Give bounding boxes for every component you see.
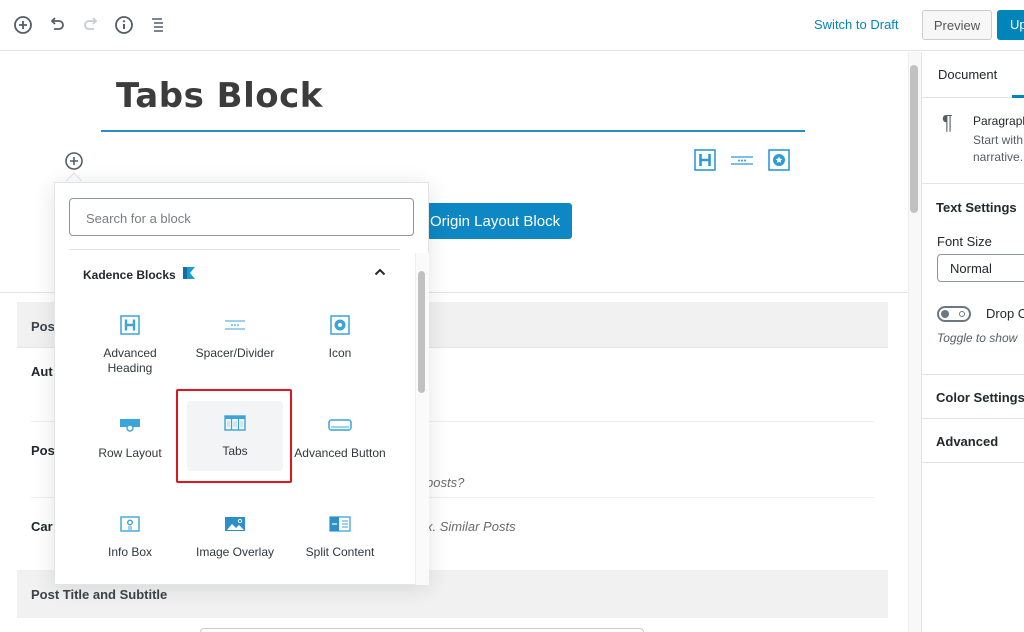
row-layout-icon	[118, 413, 142, 437]
switch-to-draft-link[interactable]: Switch to Draft	[814, 17, 899, 32]
quick-icon-block-icon[interactable]	[768, 149, 790, 171]
block-label: Advanced Button	[294, 446, 386, 460]
block-card-title: Paragraph	[973, 114, 1024, 128]
chevron-up-icon[interactable]	[373, 265, 387, 279]
panel-text-settings: Text Settings Font Size Normal Drop Cap …	[922, 184, 1024, 375]
kadence-logo-icon	[182, 266, 196, 283]
block-item-advanced-heading[interactable]: Advanced Heading	[82, 303, 178, 383]
font-size-select[interactable]: Normal	[937, 254, 1024, 282]
meta-row-description: posts?	[426, 475, 465, 490]
block-item-split-content[interactable]: Split Content	[292, 502, 388, 574]
meta-row-description: x. Similar Posts	[426, 519, 516, 534]
quick-spacer-icon[interactable]	[730, 149, 753, 171]
tabs-highlight-annotation	[176, 389, 292, 483]
heading-icon	[118, 313, 142, 337]
block-item-icon[interactable]: Icon	[292, 303, 388, 375]
settings-sidebar: Document ¶ Paragraph Start with narrativ…	[921, 52, 1024, 632]
category-header-kadence[interactable]: Kadence Blocks	[83, 266, 196, 283]
block-item-info-box[interactable]: Info Box	[82, 502, 178, 574]
icon-block-icon	[328, 313, 352, 337]
block-navigation-icon[interactable]	[146, 13, 170, 37]
title-separator	[101, 130, 805, 132]
image-overlay-icon	[223, 512, 247, 536]
block-item-advanced-button[interactable]: Advanced Button	[292, 403, 388, 483]
wp-block-editor: Switch to Draft Preview Update Tabs Bloc…	[0, 0, 1024, 632]
toggle-off-indicator	[959, 311, 965, 317]
panel-color-settings[interactable]: Color Settings	[922, 375, 1024, 419]
tab-document[interactable]: Document	[938, 67, 997, 82]
inserter-scrollbar-thumb[interactable]	[418, 271, 425, 393]
block-label: Image Overlay	[195, 545, 275, 559]
update-button[interactable]: Update	[997, 10, 1024, 40]
subtitle-input[interactable]	[200, 628, 644, 632]
block-item-row-layout[interactable]: Row Layout	[82, 403, 178, 475]
preview-button[interactable]: Preview	[922, 10, 992, 40]
panel-title-color-settings[interactable]: Color Settings	[936, 390, 1024, 405]
drop-cap-toggle[interactable]	[937, 306, 971, 322]
block-desc-line: narrative.	[973, 150, 1024, 164]
meta-row-label: Aut	[31, 364, 53, 379]
block-item-spacer-divider[interactable]: Spacer/Divider	[187, 303, 283, 375]
quick-heading-icon[interactable]	[694, 149, 716, 171]
category-title: Kadence Blocks	[83, 267, 176, 282]
block-card: ¶ Paragraph Start with narrative.	[922, 98, 1024, 184]
meta-row-label: Pos	[31, 443, 55, 458]
block-label: Info Box	[107, 545, 153, 559]
meta-row-label: Car	[31, 519, 53, 534]
info-icon[interactable]	[112, 13, 136, 37]
add-block-icon[interactable]	[11, 13, 35, 37]
button-icon	[328, 413, 352, 437]
inline-inserter-icon[interactable]	[64, 151, 84, 171]
panel-advanced[interactable]: Advanced	[922, 419, 1024, 463]
block-label: Split Content	[305, 545, 375, 559]
editor-toolbar: Switch to Draft Preview Update	[0, 0, 1024, 51]
block-search-input[interactable]: Search for a block	[69, 198, 414, 236]
paragraph-icon: ¶	[942, 112, 953, 134]
origin-layout-block-button[interactable]: Origin Layout Block	[420, 203, 572, 239]
block-label: Icon	[328, 346, 352, 360]
block-label: Advanced Heading	[103, 346, 157, 375]
post-title[interactable]: Tabs Block	[116, 76, 323, 116]
toggle-knob	[941, 310, 949, 318]
search-separator	[69, 249, 400, 250]
redo-icon[interactable]	[79, 13, 103, 37]
font-size-label: Font Size	[937, 234, 992, 249]
info-box-icon	[118, 512, 142, 536]
drop-cap-help: Toggle to show	[937, 331, 1018, 345]
split-content-icon	[328, 512, 352, 536]
block-label: Row Layout	[98, 446, 162, 460]
editor-scrollbar-thumb[interactable]	[910, 65, 918, 213]
block-card-description: Start with narrative.	[973, 132, 1023, 166]
drop-cap-label: Drop Cap	[986, 306, 1024, 321]
sidebar-tabs: Document	[922, 52, 1024, 98]
block-desc-line: Start with	[973, 133, 1024, 147]
block-label: Spacer/Divider	[195, 346, 275, 360]
block-inserter-popover: Search for a block Kadence Blocks Advanc…	[54, 182, 429, 585]
panel-title-advanced[interactable]: Advanced	[936, 434, 998, 449]
panel-title-text-settings[interactable]: Text Settings	[936, 200, 1017, 215]
block-item-image-overlay[interactable]: Image Overlay	[187, 502, 283, 574]
undo-icon[interactable]	[45, 13, 69, 37]
spacer-icon	[223, 313, 247, 337]
